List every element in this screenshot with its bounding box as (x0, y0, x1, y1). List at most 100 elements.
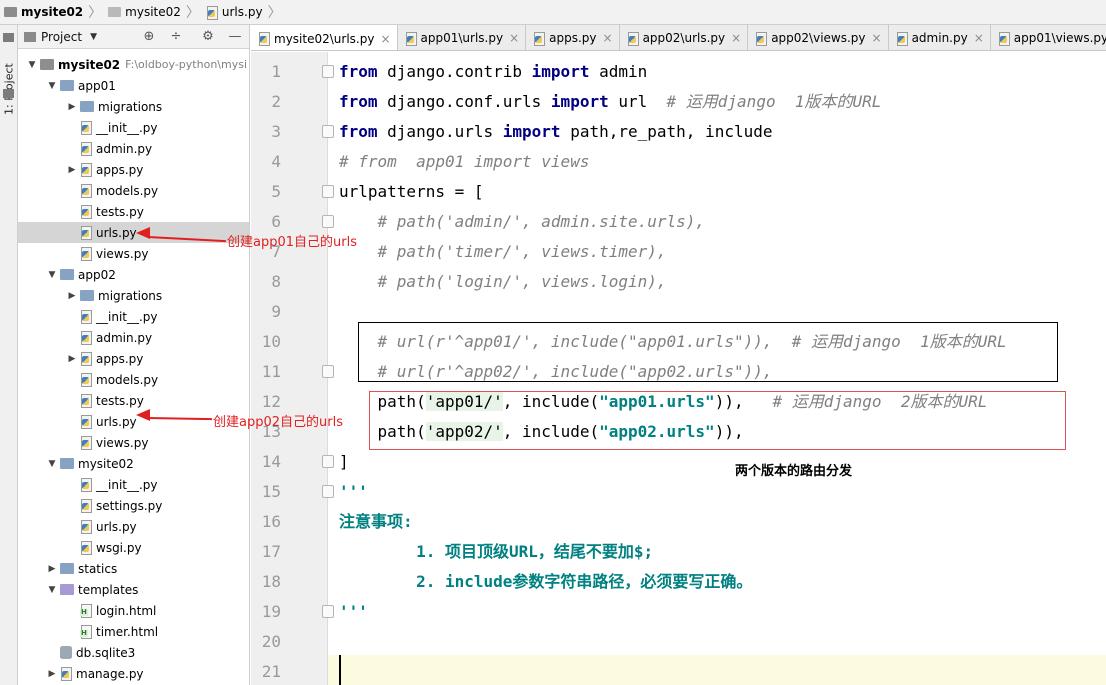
project-view-selector[interactable]: Project (41, 30, 82, 44)
chevron-right-icon[interactable]: ▶ (66, 291, 78, 301)
tree-item[interactable]: login.html (18, 600, 249, 621)
tree-item[interactable]: ▼ app02 (18, 264, 249, 285)
chevron-right-icon[interactable]: ▶ (46, 669, 58, 679)
fold-marker-icon[interactable] (322, 65, 334, 78)
tree-item-label: admin.py (96, 330, 153, 345)
python-file-icon (80, 499, 92, 513)
templates-folder-icon (60, 584, 74, 595)
tree-item[interactable]: timer.html (18, 621, 249, 642)
tree-item-label: wsgi.py (96, 540, 142, 555)
tree-item[interactable]: urls.py (18, 516, 249, 537)
fold-marker-icon[interactable] (322, 185, 334, 198)
close-icon[interactable]: × (380, 32, 390, 46)
breadcrumb-project[interactable]: mysite02 (0, 0, 86, 25)
code-line: ''' (339, 482, 368, 501)
breadcrumb-folder[interactable]: mysite02 (104, 0, 184, 25)
gear-icon[interactable]: ⚙ (200, 29, 216, 44)
fold-marker-icon[interactable] (322, 125, 334, 138)
collapse-all-icon[interactable]: ÷ (168, 29, 184, 44)
tree-item[interactable]: __init__.py (18, 117, 249, 138)
tab-label: app02\urls.py (642, 31, 726, 45)
chevron-down-icon[interactable]: ▼ (46, 270, 58, 280)
python-file-icon (80, 205, 92, 219)
code-editor[interactable]: 1 2 3 4 5 6 7 8 9 10 11 12 13 14 15 16 17 18 19 20 21 from d… (251, 52, 1106, 685)
editor-tab[interactable]: mysite02\urls.py × (251, 25, 398, 50)
tree-item-label: __init__.py (96, 477, 158, 492)
tree-item[interactable]: __init__.py (18, 474, 249, 495)
chevron-right-icon[interactable]: ▶ (66, 102, 78, 112)
editor-tab[interactable]: app01\views.py× (991, 25, 1106, 50)
tree-item[interactable]: views.py (18, 432, 249, 453)
tree-item[interactable]: __init__.py (18, 306, 249, 327)
chevron-down-icon[interactable]: ▼ (90, 32, 97, 42)
tab-label: mysite02\urls.py (274, 31, 375, 46)
chevron-down-icon[interactable]: ▼ (46, 585, 58, 595)
tree-item[interactable]: settings.py (18, 495, 249, 516)
folder-icon (60, 269, 74, 280)
fold-marker-icon[interactable] (322, 485, 334, 498)
tree-item[interactable]: ▼ templates (18, 579, 249, 600)
editor-tab[interactable]: apps.py × (526, 25, 620, 50)
tree-item[interactable]: views.py (18, 243, 249, 264)
tree-item[interactable]: admin.py (18, 327, 249, 348)
editor-tabs: mysite02\urls.py × app01\urls.py × apps.py × a… (251, 25, 1106, 51)
fold-marker-icon[interactable] (322, 365, 334, 378)
close-icon[interactable]: × (872, 31, 882, 45)
close-icon[interactable]: × (731, 31, 741, 45)
chevron-right-icon[interactable]: ▶ (66, 165, 78, 175)
fold-marker-icon[interactable] (322, 215, 334, 228)
tree-item[interactable]: tests.py (18, 201, 249, 222)
tree-item[interactable]: ▶ migrations (18, 96, 249, 117)
breadcrumb-file[interactable]: urls.py (202, 0, 266, 25)
chevron-down-icon[interactable]: ▼ (46, 459, 58, 469)
locate-icon[interactable]: ⊕ (141, 29, 157, 44)
tree-item[interactable]: ▶ statics (18, 558, 249, 579)
code-line: from django.urls import path,re_path, in… (339, 122, 773, 141)
folder-icon (108, 7, 122, 17)
fold-marker-icon[interactable] (322, 455, 334, 468)
editor-tab[interactable]: app02\views.py × (748, 25, 889, 50)
tree-item[interactable]: admin.py (18, 138, 249, 159)
tree-item[interactable]: db.sqlite3 (18, 642, 249, 663)
editor-tab[interactable]: admin.py × (889, 25, 991, 50)
tree-item[interactable]: ▼ app01 (18, 75, 249, 96)
current-line-highlight (328, 655, 1106, 685)
line-gutter: 1 2 3 4 5 6 7 8 9 10 11 12 13 14 15 16 17 18 19 20 21 (251, 52, 334, 685)
python-file-icon (533, 31, 546, 46)
editor-tab[interactable]: app01\urls.py × (398, 25, 527, 50)
folder-icon (3, 89, 14, 98)
tree-item[interactable]: models.py (18, 369, 249, 390)
tree-item[interactable]: tests.py (18, 390, 249, 411)
line-number: 20 (261, 632, 281, 651)
python-file-icon (80, 121, 92, 135)
tab-label: admin.py (911, 31, 968, 45)
line-number: 8 (271, 272, 281, 291)
tree-item-label: urls.py (96, 225, 137, 240)
tree-item-label: login.html (96, 603, 157, 618)
line-number: 2 (271, 92, 281, 111)
tree-item[interactable]: ▶ apps.py (18, 348, 249, 369)
project-tree: ▼ mysite02 F:\oldboy-python\mysi ▼ app01 ▶ mig… (18, 49, 249, 684)
chevron-down-icon[interactable]: ▼ (26, 60, 38, 70)
python-file-icon (755, 31, 768, 46)
tree-item[interactable]: wsgi.py (18, 537, 249, 558)
tree-item[interactable]: ▼ mysite02 F:\oldboy-python\mysi (18, 54, 249, 75)
editor-tab[interactable]: app02\urls.py × (620, 25, 749, 50)
minimize-icon[interactable]: — (227, 29, 243, 44)
tab-label: apps.py (549, 31, 597, 45)
tree-item[interactable]: ▶ apps.py (18, 159, 249, 180)
close-icon[interactable]: × (974, 31, 984, 45)
fold-marker-icon[interactable] (322, 605, 334, 618)
tree-item[interactable]: ▶ manage.py (18, 663, 249, 684)
folder-icon (60, 458, 74, 469)
code-line: ''' (339, 602, 368, 621)
tree-item[interactable]: models.py (18, 180, 249, 201)
chevron-right-icon[interactable]: ▶ (46, 564, 58, 574)
tree-item[interactable]: ▼ mysite02 (18, 453, 249, 474)
tree-item[interactable]: ▶ migrations (18, 285, 249, 306)
close-icon[interactable]: × (509, 31, 519, 45)
chevron-right-icon[interactable]: ▶ (66, 354, 78, 364)
chevron-down-icon[interactable]: ▼ (46, 81, 58, 91)
code-line: # from app01 import views (339, 152, 590, 171)
close-icon[interactable]: × (603, 31, 613, 45)
